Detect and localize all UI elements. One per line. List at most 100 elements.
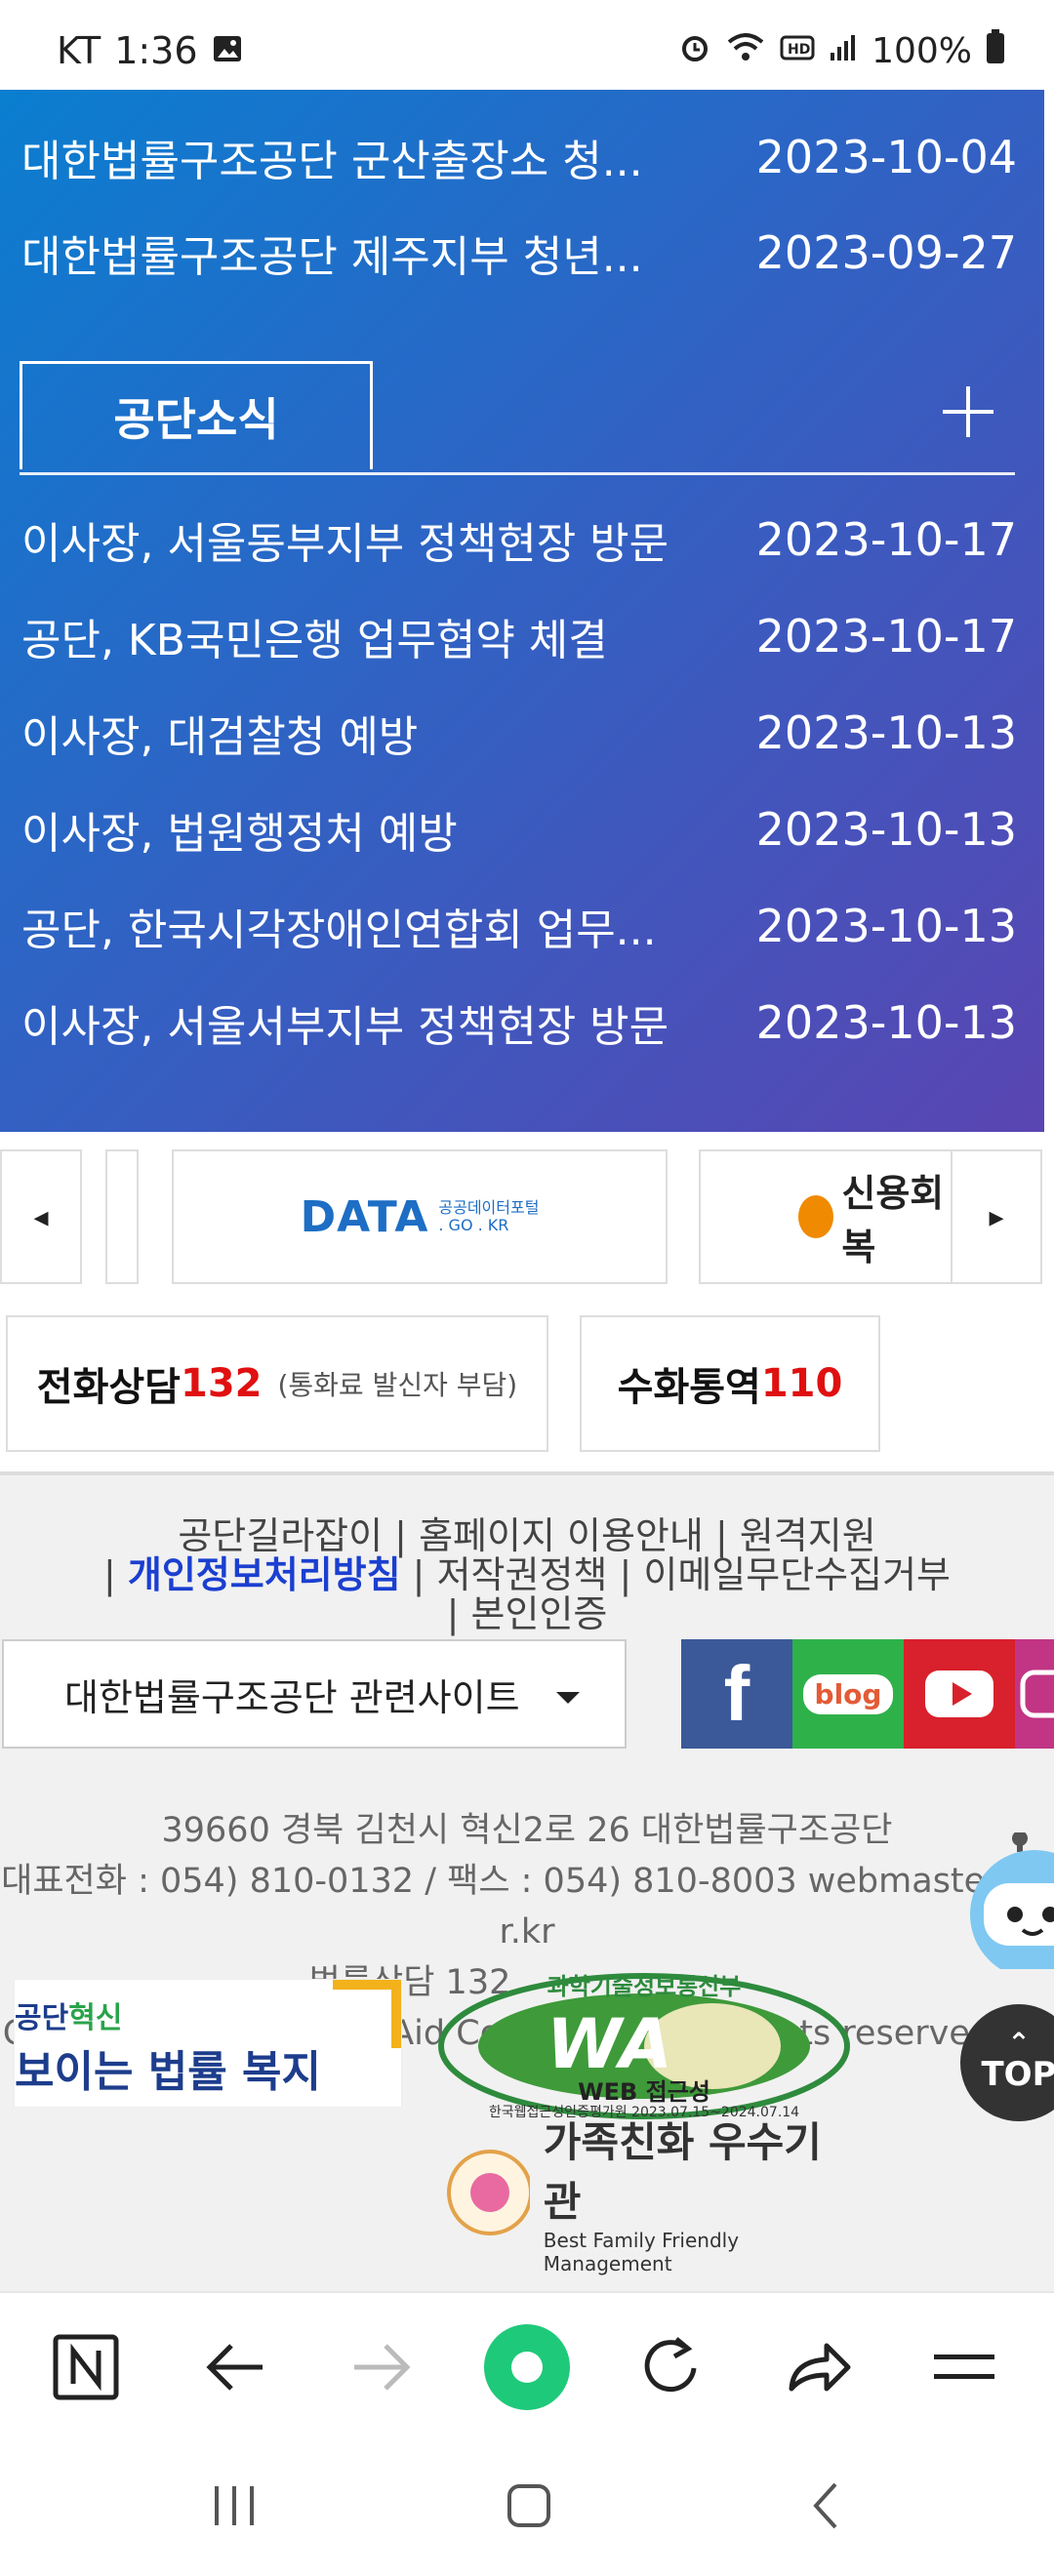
- link-separator: |: [102, 1553, 116, 1596]
- blog-link[interactable]: blog: [792, 1639, 904, 1749]
- link-separator: |: [446, 1592, 460, 1635]
- innovation-badge: 공단혁신 보이는 법률 복지: [14, 1979, 402, 2108]
- contact-line-cont: r.kr: [499, 1912, 555, 1952]
- tab-news[interactable]: 공단소식: [20, 361, 373, 469]
- news-tab-bar: 공단소식: [20, 361, 1015, 475]
- chevron-up-icon: ⌃: [1007, 2027, 1031, 2059]
- banner-credit-recovery[interactable]: 신용회복: [699, 1149, 956, 1284]
- phone-consult-note: (통화료 발신자 부담): [277, 1369, 518, 1401]
- credit-logo-icon: [798, 1195, 834, 1238]
- related-sites-select[interactable]: 대한법률구조공단 관련사이트: [2, 1639, 627, 1749]
- notice-item[interactable]: 대한법률구조공단 군산출장소 청... 2023-10-04: [21, 123, 1017, 191]
- news-title: 이사장, 서울동부지부 정책현장 방문: [21, 519, 669, 569]
- whale-circle-icon: [484, 2324, 570, 2410]
- news-date: 2023-10-13: [755, 803, 1017, 856]
- link-privacy-policy[interactable]: 개인정보처리방침: [128, 1553, 401, 1596]
- status-bar: KT 1:36 HD 100%: [0, 0, 1054, 90]
- notice-item[interactable]: 대한법률구조공단 제주지부 청년... 2023-09-27: [21, 219, 1017, 287]
- family-emblem-icon: [447, 2150, 530, 2235]
- more-plus-icon[interactable]: [937, 381, 999, 443]
- link-site-guide[interactable]: 공단길라잡이: [178, 1514, 383, 1557]
- credit-label: 신용회복: [841, 1172, 945, 1268]
- blog-icon: blog: [802, 1673, 894, 1714]
- news-item[interactable]: 공단, KB국민은행 업무협약 체결 2023-10-17: [21, 602, 1017, 670]
- recent-apps-icon: [215, 2486, 254, 2525]
- sign-language-box[interactable]: 수화통역 110: [580, 1315, 880, 1452]
- link-separator: |: [619, 1553, 632, 1596]
- link-usage-guide[interactable]: 홈페이지 이용안내: [419, 1514, 704, 1557]
- banner-prev-button[interactable]: ◂: [0, 1149, 82, 1284]
- youtube-link[interactable]: [904, 1639, 1015, 1749]
- battery-percent: 100%: [872, 31, 972, 71]
- image-icon: [212, 29, 243, 72]
- news-date: 2023-10-13: [755, 900, 1017, 952]
- banner-slide[interactable]: [105, 1149, 139, 1284]
- browser-toolbar: [0, 2291, 1054, 2439]
- news-date: 2023-10-13: [755, 706, 1017, 759]
- link-remote-support[interactable]: 원격지원: [740, 1514, 876, 1557]
- carrier-label: KT: [57, 29, 101, 72]
- home-button[interactable]: [500, 2476, 558, 2539]
- alarm-icon: [678, 30, 711, 72]
- reload-button[interactable]: [634, 2330, 709, 2404]
- footer: 공단길라잡이 | 홈페이지 이용안내 | 원격지원 | 개인정보처리방침 | 저…: [0, 1471, 1054, 2295]
- news-date: 2023-10-17: [755, 513, 1017, 566]
- top-label: TOP: [981, 2055, 1054, 2094]
- innovation-title-highlight: 혁신: [68, 2001, 123, 2035]
- facebook-icon: f: [723, 1650, 750, 1737]
- svg-text:HD: HD: [788, 42, 810, 58]
- news-item[interactable]: 이사장, 법원행정처 예방 2023-10-13: [21, 795, 1017, 864]
- data-portal-logo: DATA: [300, 1191, 429, 1242]
- news-item[interactable]: 공단, 한국시각장애인연합회 업무... 2023-10-13: [21, 892, 1017, 960]
- whale-button[interactable]: [482, 2322, 572, 2412]
- share-icon: [789, 2343, 851, 2392]
- banner-next-button[interactable]: ▸: [951, 1149, 1042, 1284]
- address-line: 39660 경북 김천시 혁신2로 26 대한법률구조공단: [161, 1811, 893, 1850]
- news-item[interactable]: 이사장, 대검찰청 예방 2023-10-13: [21, 699, 1017, 767]
- forward-button[interactable]: [344, 2330, 418, 2404]
- link-separator: |: [714, 1514, 728, 1557]
- news-date: 2023-10-13: [755, 996, 1017, 1049]
- news-title: 공단, KB국민은행 업무협약 체결: [21, 616, 608, 665]
- reload-icon: [644, 2337, 697, 2393]
- instagram-link[interactable]: [1015, 1639, 1054, 1749]
- notice-title: 대한법률구조공단 군산출장소 청...: [21, 137, 643, 186]
- share-button[interactable]: [781, 2330, 855, 2404]
- news-item[interactable]: 이사장, 서울서부지부 정책현장 방문 2023-10-13: [21, 988, 1017, 1057]
- menu-button[interactable]: [927, 2330, 1001, 2404]
- chatbot-robot-icon[interactable]: [966, 1831, 1054, 1979]
- data-portal-sub2: . GO . KR: [438, 1216, 509, 1234]
- news-item[interactable]: 이사장, 서울동부지부 정책현장 방문 2023-10-17: [21, 505, 1017, 574]
- web-accessibility-mark: 과학기술정보통신부 WA WEB 접근성 한국웹접근성인증평가원 2023.07…: [429, 1963, 859, 2129]
- naver-n-icon: [53, 2334, 119, 2400]
- sign-language-number: 110: [760, 1361, 843, 1406]
- innovation-title: 공단: [15, 2001, 69, 2035]
- instagram-icon: [1020, 1670, 1054, 1718]
- news-title: 이사장, 법원행정처 예방: [21, 809, 458, 859]
- sign-language-label: 수화통역: [617, 1365, 761, 1410]
- back-button[interactable]: [199, 2330, 273, 2404]
- link-identity-verification[interactable]: 본인인증: [471, 1592, 608, 1635]
- footer-links-line2: | 개인정보처리방침 | 저작권정책 | 이메일무단수집거부: [39, 1555, 1015, 1594]
- chevron-down-icon: [556, 1692, 580, 1704]
- signal-icon: [829, 31, 858, 71]
- facebook-link[interactable]: f: [681, 1639, 792, 1749]
- clock: 1:36: [114, 29, 198, 72]
- phone-consult-box[interactable]: 전화상담 132 (통화료 발신자 부담): [6, 1315, 548, 1452]
- banner-data-portal[interactable]: DATA 공공데이터포털 . GO . KR: [172, 1149, 668, 1284]
- link-separator: |: [412, 1553, 426, 1596]
- notice-date: 2023-10-04: [755, 131, 1017, 183]
- naver-home-button[interactable]: [49, 2330, 123, 2404]
- footer-links-line3: | 본인인증: [39, 1594, 1015, 1633]
- link-copyright-policy[interactable]: 저작권정책: [437, 1553, 608, 1596]
- related-sites-label: 대한법률구조공단 관련사이트: [64, 1675, 520, 1719]
- system-back-button[interactable]: [798, 2476, 857, 2539]
- footer-links-line1: 공단길라잡이 | 홈페이지 이용안내 | 원격지원: [39, 1516, 1015, 1555]
- youtube-icon: [925, 1670, 993, 1717]
- hd-icon: HD: [780, 31, 815, 71]
- system-nav-bar: [0, 2437, 1054, 2576]
- notice-title: 대한법률구조공단 제주지부 청년...: [21, 232, 643, 282]
- link-email-refusal[interactable]: 이메일무단수집거부: [643, 1553, 951, 1596]
- recent-apps-button[interactable]: [205, 2476, 264, 2539]
- arrow-left-icon: [206, 2344, 263, 2391]
